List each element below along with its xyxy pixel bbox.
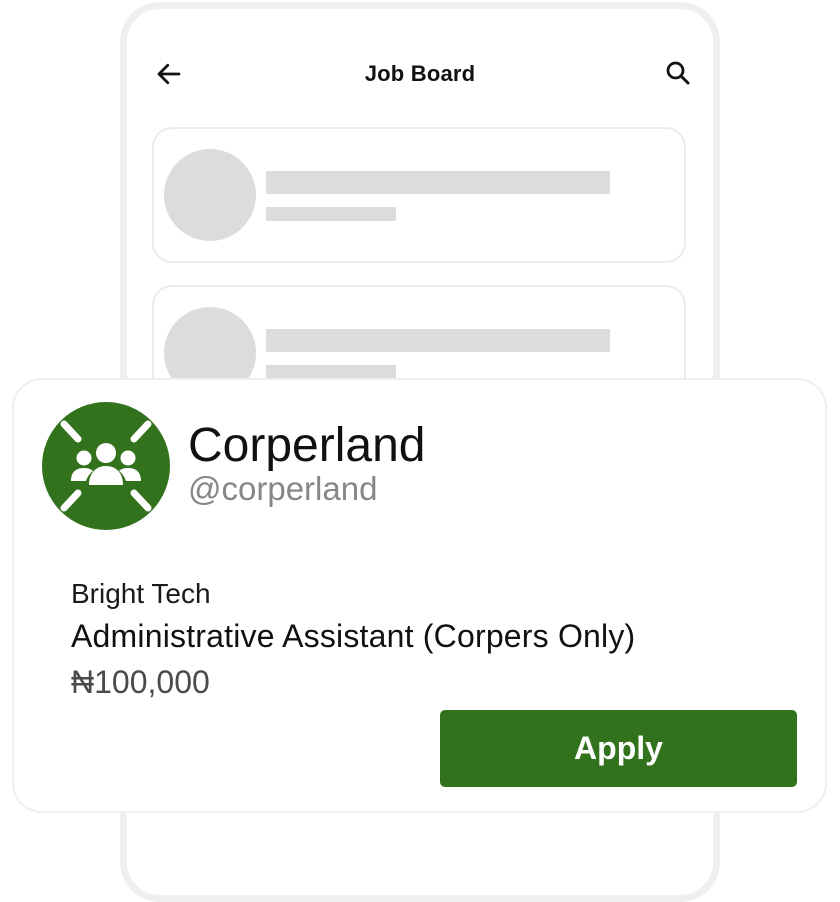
job-title: Administrative Assistant (Corpers Only) xyxy=(71,618,636,654)
search-button[interactable] xyxy=(663,58,693,88)
skeleton-avatar xyxy=(164,149,256,241)
skeleton-subtitle-line xyxy=(266,365,396,379)
skeleton-subtitle-line xyxy=(266,207,396,221)
salary: ₦100,000 xyxy=(71,664,210,700)
job-listing-card[interactable]: Corperland @corperland Bright Tech Admin… xyxy=(12,378,827,813)
company-handle: @corperland xyxy=(188,470,378,507)
skeleton-title-line xyxy=(266,171,610,194)
top-app-bar: Job Board xyxy=(127,9,713,139)
search-icon xyxy=(666,61,690,85)
skeleton-title-line xyxy=(266,329,610,352)
employer-name: Bright Tech xyxy=(71,578,211,609)
apply-button[interactable]: Apply xyxy=(440,710,797,787)
group-people-icon xyxy=(42,402,170,530)
skeleton-job-card xyxy=(152,127,686,263)
page-title: Job Board xyxy=(364,61,476,86)
company-name: Corperland xyxy=(188,419,426,472)
